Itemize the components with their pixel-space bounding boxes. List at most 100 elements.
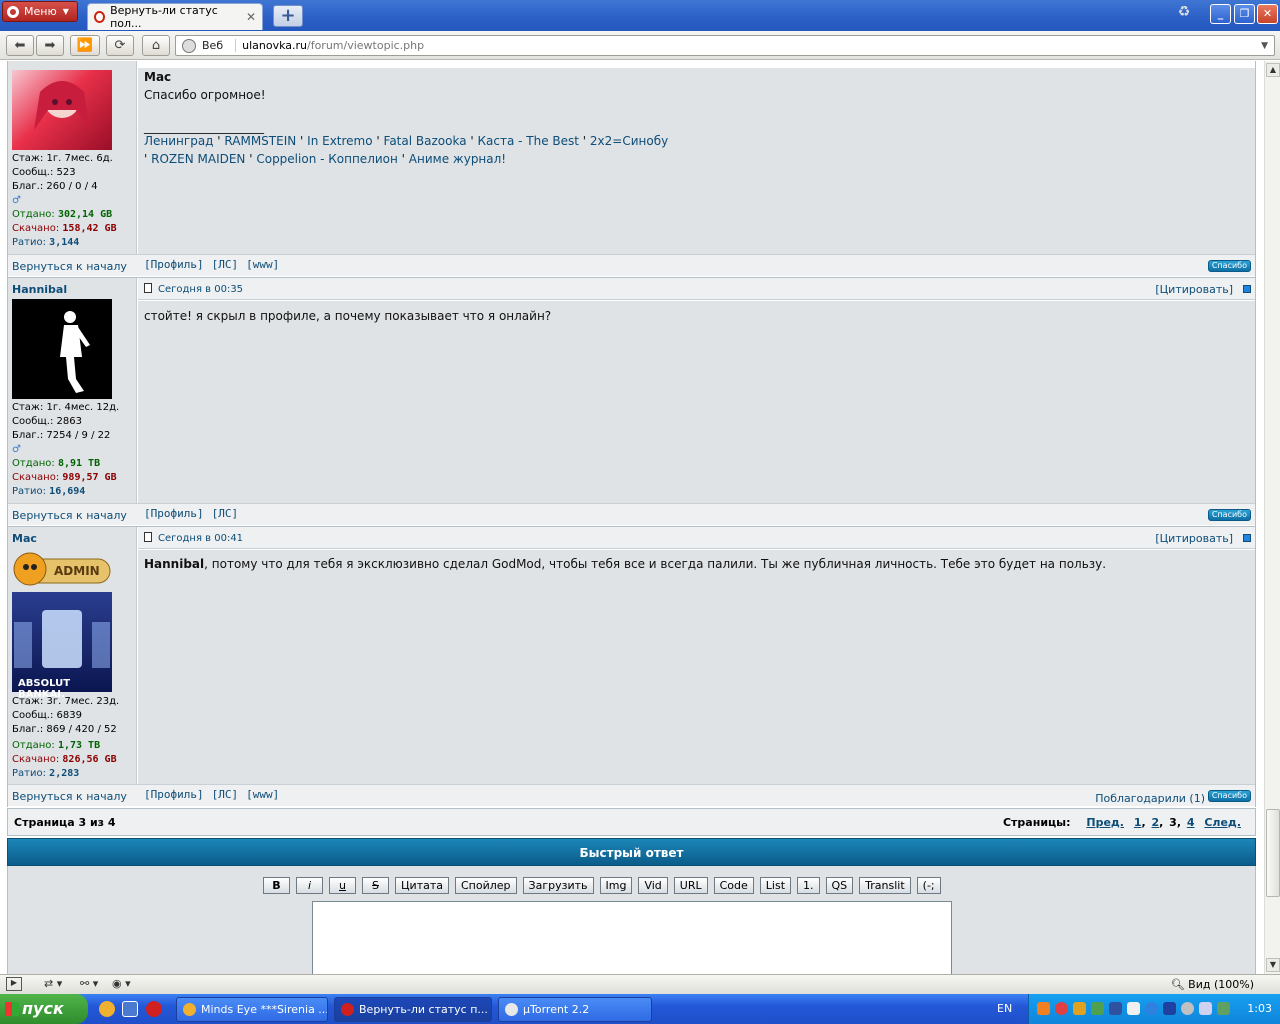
profile-link[interactable]: [Профиль] bbox=[144, 788, 204, 801]
thanks-button[interactable]: Спасибо bbox=[1207, 790, 1251, 802]
sig-link[interactable]: RAMMSTEIN bbox=[224, 134, 296, 148]
page-1-link[interactable]: 1 bbox=[1134, 816, 1142, 829]
url-button[interactable]: URL bbox=[673, 877, 708, 894]
new-tab-button[interactable]: + bbox=[273, 5, 303, 27]
spoiler-button[interactable]: Спойлер bbox=[455, 877, 517, 894]
thanks-button[interactable]: Спасибо bbox=[1207, 260, 1251, 272]
task-utorrent[interactable]: µTorrent 2.2 bbox=[498, 997, 652, 1022]
underline-button[interactable]: u bbox=[329, 877, 356, 894]
page-4-link[interactable]: 4 bbox=[1187, 816, 1195, 829]
quote-link[interactable]: [Цитировать] bbox=[1155, 283, 1233, 296]
www-link[interactable]: [www] bbox=[246, 788, 279, 801]
scroll-thumb[interactable] bbox=[1266, 809, 1280, 897]
pm-link[interactable]: [ЛС] bbox=[212, 788, 239, 801]
pm-link[interactable]: [ЛС] bbox=[212, 507, 239, 520]
media-tray-icon[interactable] bbox=[1037, 1002, 1050, 1015]
skype-tray-icon[interactable] bbox=[1145, 1002, 1158, 1015]
numbered-list-button[interactable]: 1. bbox=[797, 877, 820, 894]
sig-link[interactable]: Coppelion - Коппелион bbox=[256, 152, 398, 166]
back-to-top-link[interactable]: Вернуться к началу bbox=[12, 790, 127, 803]
language-indicator[interactable]: EN bbox=[997, 1002, 1012, 1015]
back-to-top-link[interactable]: Вернуться к началу bbox=[12, 260, 127, 273]
post-header: Сегодня в 00:35 [Цитировать] bbox=[138, 278, 1255, 300]
disk-tray-icon[interactable] bbox=[1181, 1002, 1194, 1015]
reload-button[interactable]: ⟳ bbox=[106, 35, 134, 56]
network-tray-icon[interactable] bbox=[1091, 1002, 1104, 1015]
bold-button[interactable]: B bbox=[263, 877, 290, 894]
task-opera[interactable]: Вернуть-ли статус п... bbox=[334, 997, 492, 1022]
volume-tray-icon[interactable] bbox=[1127, 1002, 1140, 1015]
author-nickname[interactable]: Mac bbox=[12, 532, 37, 545]
scroll-up-icon[interactable]: ▲ bbox=[1266, 63, 1280, 77]
device-tray-icon[interactable] bbox=[1109, 1002, 1122, 1015]
address-bar[interactable]: Веб ulanovka.ru /forum/viewtopic.php ▼ bbox=[175, 35, 1275, 56]
code-button[interactable]: Code bbox=[713, 877, 754, 894]
sig-link[interactable]: Fatal Bazooka bbox=[384, 134, 467, 148]
sig-link[interactable]: Аниме журнал! bbox=[409, 152, 506, 166]
search-engine-label[interactable]: Веб bbox=[202, 39, 237, 52]
upload-button[interactable]: Загрузить bbox=[522, 877, 594, 894]
smiley-button[interactable]: (-; bbox=[916, 877, 941, 894]
sync-icon[interactable]: ⇄ ▾ bbox=[44, 977, 62, 990]
close-tab-icon[interactable]: ✕ bbox=[246, 10, 256, 24]
thanked-count-link[interactable]: Поблагодарили (1) bbox=[1095, 792, 1205, 805]
next-page-link[interactable]: След. bbox=[1204, 816, 1241, 829]
opera-menu-button[interactable]: Меню ▼ bbox=[2, 1, 78, 22]
turbo-icon[interactable]: ◉ ▾ bbox=[112, 977, 131, 990]
select-post-icon[interactable] bbox=[1243, 285, 1251, 293]
quote-button[interactable]: Цитата bbox=[395, 877, 449, 894]
vid-button[interactable]: Vid bbox=[638, 877, 668, 894]
italic-button[interactable]: i bbox=[296, 877, 323, 894]
pm-link[interactable]: [ЛС] bbox=[212, 258, 239, 271]
trash-icon[interactable]: ♻ bbox=[1174, 4, 1194, 26]
profile-link[interactable]: [Профиль] bbox=[144, 258, 204, 271]
vertical-scrollbar[interactable]: ▲ ▼ bbox=[1264, 61, 1280, 974]
desktop-quicklaunch-icon[interactable] bbox=[122, 1001, 138, 1017]
img-button[interactable]: Img bbox=[599, 877, 633, 894]
author-nickname[interactable]: Hannibal bbox=[12, 283, 67, 296]
zoom-level[interactable]: 🔍︎ Вид (100%) bbox=[1171, 978, 1254, 991]
upload-label: Отдано: bbox=[12, 458, 55, 469]
forward-button[interactable]: ➡ bbox=[36, 35, 64, 56]
sig-link[interactable]: 2x2=Синобу bbox=[590, 134, 668, 148]
maximize-button[interactable]: ❐ bbox=[1234, 4, 1255, 24]
panel-toggle-icon[interactable]: ▶ bbox=[6, 977, 22, 991]
www-link[interactable]: [www] bbox=[246, 258, 279, 271]
post-icon bbox=[144, 283, 152, 293]
sig-link[interactable]: Ленинград bbox=[144, 134, 213, 148]
minimize-button[interactable]: _ bbox=[1210, 4, 1231, 24]
prev-page-link[interactable]: Пред. bbox=[1086, 816, 1124, 829]
alert-tray-icon[interactable] bbox=[1073, 1002, 1086, 1015]
qs-button[interactable]: QS bbox=[825, 877, 854, 894]
power-tray-icon[interactable] bbox=[1163, 1002, 1176, 1015]
speaker-tray-icon[interactable] bbox=[1199, 1002, 1212, 1015]
system-tray: 1:03 bbox=[1028, 994, 1280, 1024]
translit-button[interactable]: Translit bbox=[859, 877, 911, 894]
opera-quicklaunch-icon[interactable] bbox=[146, 1001, 162, 1017]
sig-link[interactable]: Каста - The Best bbox=[478, 134, 579, 148]
start-button[interactable]: пуск bbox=[0, 994, 88, 1024]
address-dropdown-icon[interactable]: ▼ bbox=[1261, 41, 1268, 51]
sig-link[interactable]: In Extremo bbox=[307, 134, 372, 148]
home-button[interactable]: ⌂ bbox=[142, 35, 170, 56]
scroll-down-icon[interactable]: ▼ bbox=[1266, 958, 1280, 972]
close-window-button[interactable]: ✕ bbox=[1257, 4, 1278, 24]
fast-forward-button[interactable]: ⏩ bbox=[70, 35, 100, 56]
quote-link[interactable]: [Цитировать] bbox=[1155, 532, 1233, 545]
strike-button[interactable]: S bbox=[362, 877, 389, 894]
profile-link[interactable]: [Профиль] bbox=[144, 507, 204, 520]
task-aimp[interactable]: Minds Eye ***Sirenia ... bbox=[176, 997, 328, 1022]
back-button[interactable]: ⬅ bbox=[6, 35, 34, 56]
reply-textarea[interactable] bbox=[312, 901, 952, 974]
utorrent-tray-icon[interactable] bbox=[1055, 1002, 1068, 1015]
unite-icon[interactable]: ⚯ ▾ bbox=[80, 977, 98, 990]
page-2-link[interactable]: 2 bbox=[1152, 816, 1160, 829]
select-post-icon[interactable] bbox=[1243, 534, 1251, 542]
thanks-button[interactable]: Спасибо bbox=[1207, 509, 1251, 521]
sig-link[interactable]: ROZEN MAIDEN bbox=[151, 152, 245, 166]
tab-active[interactable]: Вернуть-ли статус пол... ✕ bbox=[87, 3, 263, 30]
update-tray-icon[interactable] bbox=[1217, 1002, 1230, 1015]
list-button[interactable]: List bbox=[759, 877, 792, 894]
aimp-quicklaunch-icon[interactable] bbox=[99, 1001, 115, 1017]
back-to-top-link[interactable]: Вернуться к началу bbox=[12, 509, 127, 522]
